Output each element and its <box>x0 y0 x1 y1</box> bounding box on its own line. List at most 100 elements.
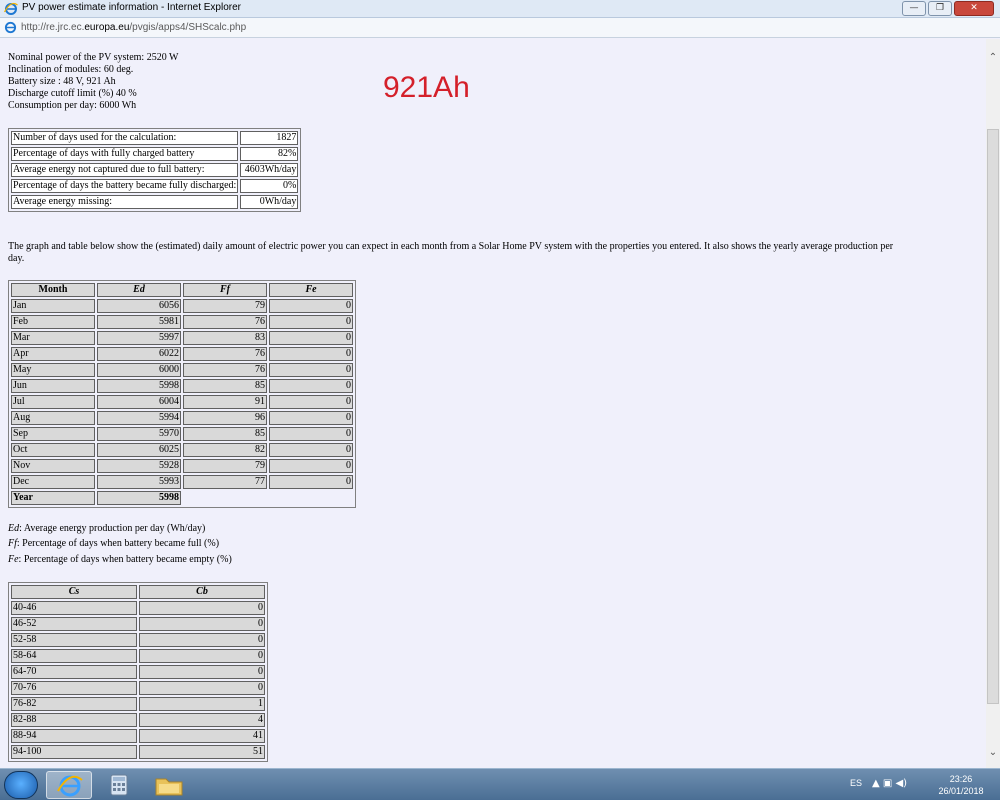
table-row: Oct 6025 82 0 <box>11 443 353 457</box>
value-cell: 0 <box>139 633 265 647</box>
month-cell: Sep <box>11 427 95 441</box>
param-discharge-cutoff: Discharge cutoff limit (%) 40 % <box>8 88 137 99</box>
table-row: Dec 5993 77 0 <box>11 475 353 489</box>
table-row: Sep 5970 85 0 <box>11 427 353 441</box>
vertical-scrollbar[interactable]: ⌃ ⌄ <box>986 39 1000 768</box>
table-row: Mar 5997 83 0 <box>11 331 353 345</box>
month-cell: Apr <box>11 347 95 361</box>
value-cell: 0 <box>269 363 353 377</box>
param-battery-size: Battery size : 48 V, 921 Ah <box>8 76 116 87</box>
scroll-thumb[interactable] <box>987 129 999 704</box>
value-cell: 0 <box>269 411 353 425</box>
value-cell: 91 <box>183 395 267 409</box>
range-cell: 46-52 <box>11 617 137 631</box>
value-cell: 5994 <box>97 411 181 425</box>
table-row: 88-94 41 <box>11 729 265 743</box>
range-cell: 40-46 <box>11 601 137 615</box>
value-cell: 5970 <box>97 427 181 441</box>
capacity-table: Cs Cb 40-46 0 46-52 0 52-58 0 58-64 0 64-70 0 70-7… <box>8 582 268 762</box>
table-row: Percentage of days with fully charged ba… <box>11 147 299 161</box>
value-cell: 6004 <box>97 395 181 409</box>
clock-time: 23:26 <box>949 774 973 784</box>
col-fe: Fe <box>269 283 353 297</box>
value-cell: 0 <box>269 315 353 329</box>
param-nominal-power: Nominal power of the PV system: 2520 W <box>8 52 179 63</box>
value-cell: 5997 <box>97 331 181 345</box>
table-row: Jul 6004 91 0 <box>11 395 353 409</box>
minimize-button[interactable]: — <box>902 1 926 16</box>
month-cell: Nov <box>11 459 95 473</box>
year-value: 5998 <box>97 491 181 505</box>
taskbar-file-explorer[interactable] <box>146 771 192 799</box>
value-cell: 0 <box>139 649 265 663</box>
table-row: Feb 5981 76 0 <box>11 315 353 329</box>
address-bar[interactable]: http://re.jrc.ec.europa.eu/pvgis/apps4/S… <box>0 18 1000 38</box>
value-cell: 85 <box>183 427 267 441</box>
value-cell: 76 <box>183 347 267 361</box>
month-cell: Dec <box>11 475 95 489</box>
value-cell: 5981 <box>97 315 181 329</box>
url-text[interactable]: http://re.jrc.ec.europa.eu/pvgis/apps4/S… <box>21 22 246 33</box>
value-cell: 4 <box>139 713 265 727</box>
value-cell: 79 <box>183 459 267 473</box>
month-cell: May <box>11 363 95 377</box>
calculator-icon <box>110 774 128 796</box>
month-cell: Jan <box>11 299 95 313</box>
range-cell: 58-64 <box>11 649 137 663</box>
clock-date: 26/01/2018 <box>938 786 984 796</box>
month-cell: Feb <box>11 315 95 329</box>
param-inclination: Inclination of modules: 60 deg. <box>8 64 134 75</box>
start-button[interactable] <box>4 771 38 799</box>
range-cell: 76-82 <box>11 697 137 711</box>
range-cell: 64-70 <box>11 665 137 679</box>
value-cell: 82 <box>183 443 267 457</box>
value-cell: 83 <box>183 331 267 345</box>
value-cell: 0 <box>269 379 353 393</box>
range-cell: 52-58 <box>11 633 137 647</box>
scroll-up-icon[interactable]: ⌃ <box>986 51 1000 65</box>
value-cell: 77 <box>183 475 267 489</box>
value-cell: 96 <box>183 411 267 425</box>
col-month: Month <box>11 283 95 297</box>
table-row: Average energy missing: 0Wh/day <box>11 195 299 209</box>
value-cell: 5993 <box>97 475 181 489</box>
maximize-button[interactable]: ❐ <box>928 1 952 16</box>
value-cell: 6056 <box>97 299 181 313</box>
table-row: 58-64 0 <box>11 649 265 663</box>
range-cell: 94-100 <box>11 745 137 759</box>
value-cell: 0 <box>269 443 353 457</box>
value-cell: 41 <box>139 729 265 743</box>
table-row: Jun 5998 85 0 <box>11 379 353 393</box>
legend-ed: Ed: Average energy production per day (W… <box>8 523 206 534</box>
legend-ff: Ff: Percentage of days when battery beca… <box>8 538 220 549</box>
taskbar-calculator[interactable] <box>96 771 142 799</box>
description-text: The graph and table below show the (esti… <box>8 241 894 264</box>
month-cell: Jun <box>11 379 95 393</box>
col-ed: Ed <box>97 283 181 297</box>
param-consumption: Consumption per day: 6000 Wh <box>8 100 137 111</box>
value-cell: 0 <box>139 601 265 615</box>
scroll-down-icon[interactable]: ⌄ <box>986 746 1000 760</box>
value-cell: 1 <box>139 697 265 711</box>
monthly-table: Month Ed Ff Fe Jan 6056 79 0 Feb 5981 76 0 Mar 59… <box>8 280 356 508</box>
month-cell: Oct <box>11 443 95 457</box>
table-row: Aug 5994 96 0 <box>11 411 353 425</box>
table-row: 52-58 0 <box>11 633 265 647</box>
table-row: May 6000 76 0 <box>11 363 353 377</box>
month-cell: Aug <box>11 411 95 425</box>
value-cell: 51 <box>139 745 265 759</box>
table-row: 82-88 4 <box>11 713 265 727</box>
table-row: Average energy not captured due to full … <box>11 163 299 177</box>
year-label: Year <box>11 491 95 505</box>
year-row: Year 5998 <box>11 491 353 505</box>
table-row: Number of days used for the calculation:… <box>11 131 299 145</box>
value-cell: 0 <box>139 681 265 695</box>
tray-icons[interactable]: ▲ ▣ ◀) <box>872 778 907 789</box>
value-cell: 0 <box>269 427 353 441</box>
close-button[interactable]: ✕ <box>954 1 994 16</box>
taskbar-internet-explorer[interactable] <box>46 771 92 799</box>
value-cell: 79 <box>183 299 267 313</box>
language-indicator[interactable]: ES <box>850 778 862 788</box>
value-cell: 76 <box>183 363 267 377</box>
clock[interactable]: 23:26 26/01/2018 <box>930 773 992 797</box>
